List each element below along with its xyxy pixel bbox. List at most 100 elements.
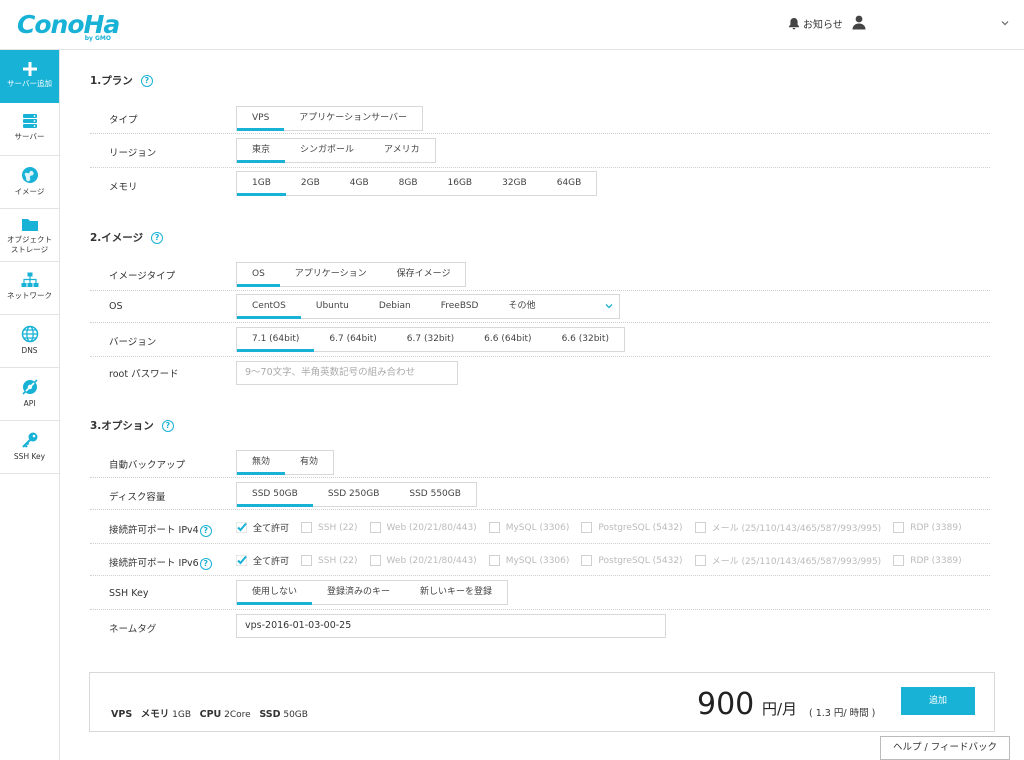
summary-spec: VPS メモリ 1GB CPU 2Core SSD 50GB [111, 706, 308, 720]
memory-option[interactable]: 64GB [542, 172, 597, 195]
version-option[interactable]: 6.6 (32bit) [547, 328, 624, 351]
notice-link[interactable]: お知らせ [788, 16, 843, 31]
port-mysql[interactable]: MySQL (3306) [488, 555, 569, 566]
memory-option[interactable]: 1GB [237, 172, 286, 196]
port-ssh[interactable]: SSH (22) [301, 555, 358, 566]
sidebar: サーバー追加 サーバー イメージ オブジェクト ストレージ ネットワーク DNS… [0, 50, 60, 760]
image-type-option-saved[interactable]: 保存イメージ [382, 263, 466, 286]
api-icon [21, 379, 38, 395]
add-button[interactable]: 追加 [901, 687, 975, 715]
row-memory: メモリ 1GB 2GB 4GB 8GB 16GB 32GB 64GB [90, 168, 990, 200]
chevron-down-icon[interactable] [1000, 18, 1010, 28]
port-rdp[interactable]: RDP (3389) [893, 522, 962, 533]
region-option-singapore[interactable]: シンガポール [285, 139, 369, 162]
ssh-key-option-registered[interactable]: 登録済みのキー [312, 581, 405, 604]
help-icon[interactable]: ? [199, 525, 212, 537]
sidebar-item-dns[interactable]: DNS [0, 315, 59, 368]
backup-option-off[interactable]: 無効 [237, 451, 286, 475]
version-option[interactable]: 6.7 (32bit) [392, 328, 469, 351]
backup-option-on[interactable]: 有効 [285, 451, 333, 474]
disk-option[interactable]: SSD 50GB [237, 483, 313, 507]
backup-selector: 無効 有効 [236, 450, 335, 475]
sidebar-item-ssh-key[interactable]: SSH Key [0, 421, 59, 474]
memory-option[interactable]: 4GB [335, 172, 384, 195]
ssh-key-option-none[interactable]: 使用しない [237, 581, 313, 605]
logo-sub-text: by GMO [84, 35, 111, 42]
port-mail[interactable]: メール (25/110/143/465/587/993/995) [694, 521, 881, 534]
checkbox [369, 522, 381, 533]
version-option[interactable]: 6.6 (64bit) [469, 328, 546, 351]
section-title-plan: 1.プラン ? [90, 73, 153, 88]
port-ssh[interactable]: SSH (22) [301, 522, 358, 533]
port-mysql[interactable]: MySQL (3306) [488, 522, 569, 533]
port-allow-all[interactable]: 全て許可 [236, 554, 289, 567]
summary-memory-value: 1GB [172, 710, 192, 720]
sidebar-item-object-storage[interactable]: オブジェクト ストレージ [0, 209, 59, 262]
port-web[interactable]: Web (20/21/80/443) [369, 555, 477, 566]
row-region: リージョン 東京 シンガポール アメリカ [90, 134, 990, 168]
port-rdp[interactable]: RDP (3389) [893, 555, 962, 566]
help-icon[interactable]: ? [199, 558, 212, 570]
sidebar-item-api[interactable]: API [0, 368, 59, 421]
port-postgresql[interactable]: PostgreSQL (5432) [581, 555, 683, 566]
sidebar-item-network[interactable]: ネットワーク [0, 262, 59, 315]
checkbox-checked-icon [236, 522, 247, 533]
section-title-text: 2.イメージ [90, 232, 144, 244]
nametag-input[interactable]: vps-2016-01-03-00-25 [236, 614, 666, 638]
sidebar-item-image[interactable]: イメージ [0, 156, 59, 209]
port-mail[interactable]: メール (25/110/143/465/587/993/995) [694, 554, 881, 567]
help-icon[interactable]: ? [140, 74, 153, 87]
section-title-text: 3.オプション [90, 420, 154, 432]
summary-type: VPS [111, 709, 133, 720]
memory-option[interactable]: 32GB [487, 172, 542, 195]
row-os: OS CentOS Ubuntu Debian FreeBSD その他 [90, 291, 990, 323]
disk-option[interactable]: SSD 250GB [313, 483, 395, 506]
help-feedback-button[interactable]: ヘルプ / フィードバック [880, 736, 1010, 760]
version-option[interactable]: 6.7 (64bit) [314, 328, 391, 351]
ssh-key-selector: 使用しない 登録済みのキー 新しいキーを登録 [236, 580, 509, 605]
os-option-debian[interactable]: Debian [364, 295, 426, 318]
help-icon[interactable]: ? [151, 231, 164, 244]
root-password-input[interactable]: 9～70文字、半角英数記号の組み合わせ [236, 361, 458, 385]
price-amount: 900 [697, 687, 755, 722]
os-option-freebsd[interactable]: FreeBSD [426, 295, 494, 318]
os-option-other[interactable]: その他 [493, 295, 550, 318]
image-icon [21, 167, 38, 183]
memory-option[interactable]: 16GB [433, 172, 488, 195]
ssh-key-label: SSH Key [109, 588, 149, 599]
help-icon[interactable]: ? [161, 419, 174, 432]
sidebar-item-server[interactable]: サーバー [0, 103, 59, 156]
checkbox [581, 555, 593, 566]
type-option-vps[interactable]: VPS [237, 107, 285, 131]
sidebar-item-add-server[interactable]: サーバー追加 [0, 50, 59, 103]
port-web[interactable]: Web (20/21/80/443) [369, 522, 477, 533]
sidebar-item-label: オブジェクト [7, 235, 52, 244]
region-option-america[interactable]: アメリカ [369, 139, 435, 162]
region-option-tokyo[interactable]: 東京 [237, 139, 286, 163]
memory-option[interactable]: 8GB [384, 172, 433, 195]
version-option[interactable]: 7.1 (64bit) [237, 328, 315, 352]
conoha-logo[interactable]: ConoHa by GMO [17, 10, 120, 42]
os-label: OS [109, 301, 123, 312]
os-option-ubuntu[interactable]: Ubuntu [301, 295, 364, 318]
user-icon[interactable] [852, 15, 866, 30]
key-icon [21, 432, 37, 448]
image-type-option-os[interactable]: OS [237, 263, 280, 287]
price-hourly: ( 1.3 円/ 時間 ) [809, 708, 876, 719]
chevron-down-icon[interactable] [605, 302, 613, 310]
ssh-key-option-new[interactable]: 新しいキーを登録 [405, 581, 507, 604]
ipv6-port-list: 全て許可 SSH (22) Web (20/21/80/443) MySQL (… [236, 554, 974, 567]
ipv4-port-list: 全て許可 SSH (22) Web (20/21/80/443) MySQL (… [236, 521, 974, 534]
image-type-option-app[interactable]: アプリケーション [280, 263, 382, 286]
row-root-password: root パスワード 9～70文字、半角英数記号の組み合わせ [90, 357, 990, 389]
notice-label: お知らせ [803, 20, 843, 31]
sidebar-item-label: ネットワーク [7, 291, 52, 300]
nametag-label: ネームタグ [109, 624, 157, 635]
network-icon [21, 272, 38, 287]
port-postgresql[interactable]: PostgreSQL (5432) [581, 522, 683, 533]
os-option-centos[interactable]: CentOS [237, 295, 301, 319]
memory-option[interactable]: 2GB [286, 172, 335, 195]
disk-option[interactable]: SSD 550GB [394, 483, 476, 506]
port-allow-all[interactable]: 全て許可 [236, 521, 289, 534]
type-option-appserver[interactable]: アプリケーションサーバー [284, 107, 422, 130]
